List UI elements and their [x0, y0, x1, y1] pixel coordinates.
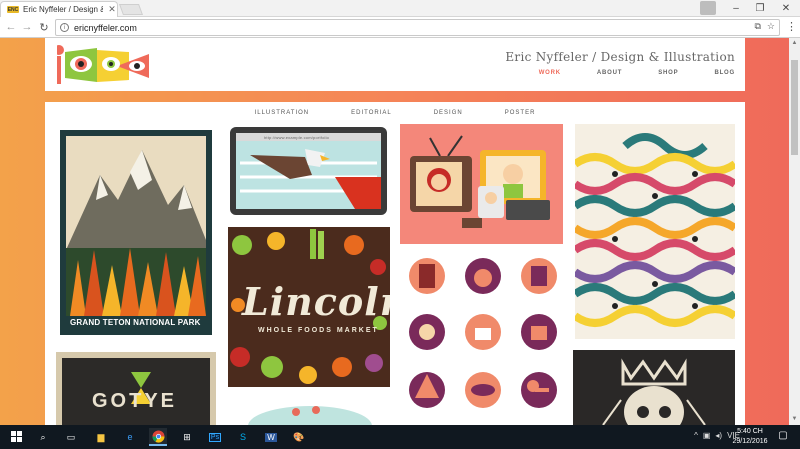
main-nav: WORK ABOUT SHOP BLOG [539, 70, 735, 76]
windows-start-icon[interactable] [8, 428, 26, 446]
paint-icon[interactable]: 🎨 [290, 428, 308, 446]
scroll-down-arrow-icon[interactable]: ▼ [791, 416, 798, 424]
url-text: ericnyffeler.com [74, 22, 137, 33]
grand-teton-poster[interactable]: GRAND TETON NATIONAL PARK [60, 130, 212, 335]
icon-grid-art [409, 258, 557, 408]
volume-icon[interactable]: ◂) [715, 431, 722, 440]
tray-chevron-icon[interactable]: ^ [694, 431, 698, 440]
reload-icon[interactable]: ↻ [37, 20, 51, 34]
lincoln-script-text: Lincoln [242, 279, 390, 324]
category-editorial[interactable]: EDITORIAL [351, 110, 392, 116]
category-illustration[interactable]: ILLUSTRATION [255, 110, 310, 116]
nav-blog[interactable]: BLOG [714, 70, 735, 76]
task-view-icon[interactable]: ▭ [62, 428, 80, 446]
portfolio-content: ILLUSTRATION EDITORIAL DESIGN POSTER GRA… [45, 102, 745, 425]
site-title[interactable]: Eric Nyffeler / Design & Illustration [505, 50, 735, 64]
windows-taskbar: ⌕ ▭ ▆ e ⊞ Ps S W 🎨 ^ ▣ ◂) VIE 5:40 CH 29… [0, 425, 800, 449]
word-icon[interactable]: W [262, 428, 280, 446]
page-scrollbar[interactable]: ▲ ▼ [789, 38, 800, 425]
address-bar[interactable]: i ericnyffeler.com ⧉ ☆ [55, 19, 780, 36]
info-icon[interactable]: i [60, 23, 69, 32]
store-icon[interactable]: ⊞ [178, 428, 196, 446]
browser-tab[interactable]: ENC Eric Nyffeler / Design & ✕ [0, 1, 118, 17]
nav-about[interactable]: ABOUT [597, 70, 622, 76]
lincoln-whole-foods-illustration[interactable]: Lincoln WHOLE FOODS MARKET [228, 227, 390, 387]
tab-title: Eric Nyffeler / Design & [23, 5, 103, 14]
forward-arrow-icon[interactable]: → [20, 20, 34, 34]
favicon-icon: ENC [7, 6, 19, 13]
category-nav: ILLUSTRATION EDITORIAL DESIGN POSTER [45, 110, 745, 116]
grand-teton-art [60, 130, 212, 335]
menu-dots-icon[interactable]: ⋮ [786, 20, 797, 33]
eye-logo-icon[interactable] [57, 42, 152, 86]
clock-date: 29/12/2016 [732, 438, 768, 445]
search-icon[interactable]: ⌕ [34, 428, 52, 446]
partial-illustration-bottom[interactable] [240, 402, 380, 425]
eye-waves-art [575, 124, 735, 339]
eye-waves-illustration[interactable] [575, 124, 735, 339]
browser-toolbar: ← → ↻ i ericnyffeler.com ⧉ ☆ ⋮ [0, 17, 800, 38]
gotye-text: GOTYE [92, 390, 178, 412]
nav-shop[interactable]: SHOP [658, 70, 678, 76]
edge-browser-icon[interactable]: e [121, 428, 139, 446]
browser-tabbar: ENC Eric Nyffeler / Design & ✕ – ❐ ✕ [0, 0, 800, 17]
tv-family-art [400, 124, 563, 244]
new-tab-button[interactable] [118, 4, 144, 15]
tv-family-illustration[interactable] [400, 124, 563, 244]
scroll-thumb[interactable] [791, 60, 798, 155]
notification-center-icon[interactable]: ▢ [776, 430, 790, 443]
file-explorer-icon[interactable]: ▆ [92, 428, 110, 446]
profile-icon[interactable] [700, 1, 716, 15]
clock[interactable]: 5:40 CH 29/12/2016 [728, 427, 772, 447]
photoshop-icon[interactable]: Ps [206, 428, 224, 446]
back-arrow-icon[interactable]: ← [4, 20, 18, 34]
laptop-eagle-illustration[interactable]: http://www.example.com/portfolio [230, 127, 387, 215]
site-header: Eric Nyffeler / Design & Illustration WO… [45, 38, 745, 91]
category-design[interactable]: DESIGN [434, 110, 463, 116]
partial-art [248, 406, 372, 425]
tab-close-icon[interactable]: ✕ [107, 4, 117, 15]
skull-crown-illustration[interactable] [573, 350, 735, 425]
close-window-icon[interactable]: ✕ [772, 0, 800, 17]
page-viewport: Eric Nyffeler / Design & Illustration WO… [0, 38, 789, 425]
nav-work[interactable]: WORK [539, 70, 561, 76]
grand-teton-caption: GRAND TETON NATIONAL PARK [70, 318, 201, 327]
chrome-icon[interactable] [149, 428, 167, 446]
skull-crown-art [573, 350, 735, 425]
laptop-eagle-art [230, 127, 387, 215]
scroll-up-arrow-icon[interactable]: ▲ [791, 40, 798, 48]
maximize-icon[interactable]: ❐ [746, 0, 774, 17]
skype-icon[interactable]: S [234, 428, 252, 446]
laptop-url-text: http://www.example.com/portfolio [264, 135, 330, 140]
bookmark-star-icon[interactable]: ☆ [767, 21, 775, 32]
clock-time: 5:40 CH [737, 428, 763, 435]
gotye-poster[interactable]: GOTYE [56, 352, 216, 425]
whole-foods-text: WHOLE FOODS MARKET [258, 327, 379, 334]
gotye-art [56, 352, 216, 425]
translate-icon[interactable]: ⧉ [754, 21, 760, 32]
category-poster[interactable]: POSTER [505, 110, 536, 116]
icon-grid-illustration[interactable] [405, 256, 560, 425]
network-icon[interactable]: ▣ [703, 431, 711, 440]
